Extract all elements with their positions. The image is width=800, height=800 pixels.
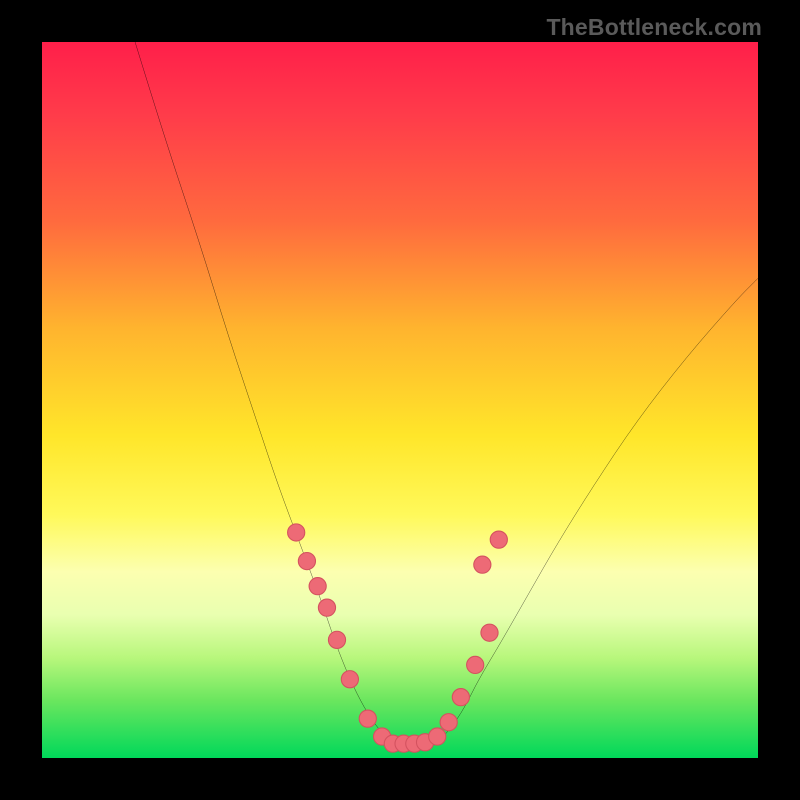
- outer-frame: TheBottleneck.com: [0, 0, 800, 800]
- bottleneck-curve: [135, 42, 758, 744]
- curve-marker: [298, 553, 315, 570]
- curve-marker: [481, 624, 498, 641]
- curve-marker: [474, 556, 491, 573]
- curve-marker: [429, 728, 446, 745]
- plot-area: [42, 42, 758, 758]
- curve-marker: [359, 710, 376, 727]
- curve-marker: [288, 524, 305, 541]
- curve-marker: [490, 531, 507, 548]
- marker-group: [288, 524, 508, 752]
- curve-marker: [452, 689, 469, 706]
- curve-marker: [309, 578, 326, 595]
- attribution-text: TheBottleneck.com: [546, 14, 762, 41]
- curve-marker: [467, 656, 484, 673]
- curve-marker: [318, 599, 335, 616]
- chart-svg: [42, 42, 758, 758]
- curve-marker: [328, 631, 345, 648]
- curve-marker: [440, 714, 457, 731]
- curve-marker: [341, 671, 358, 688]
